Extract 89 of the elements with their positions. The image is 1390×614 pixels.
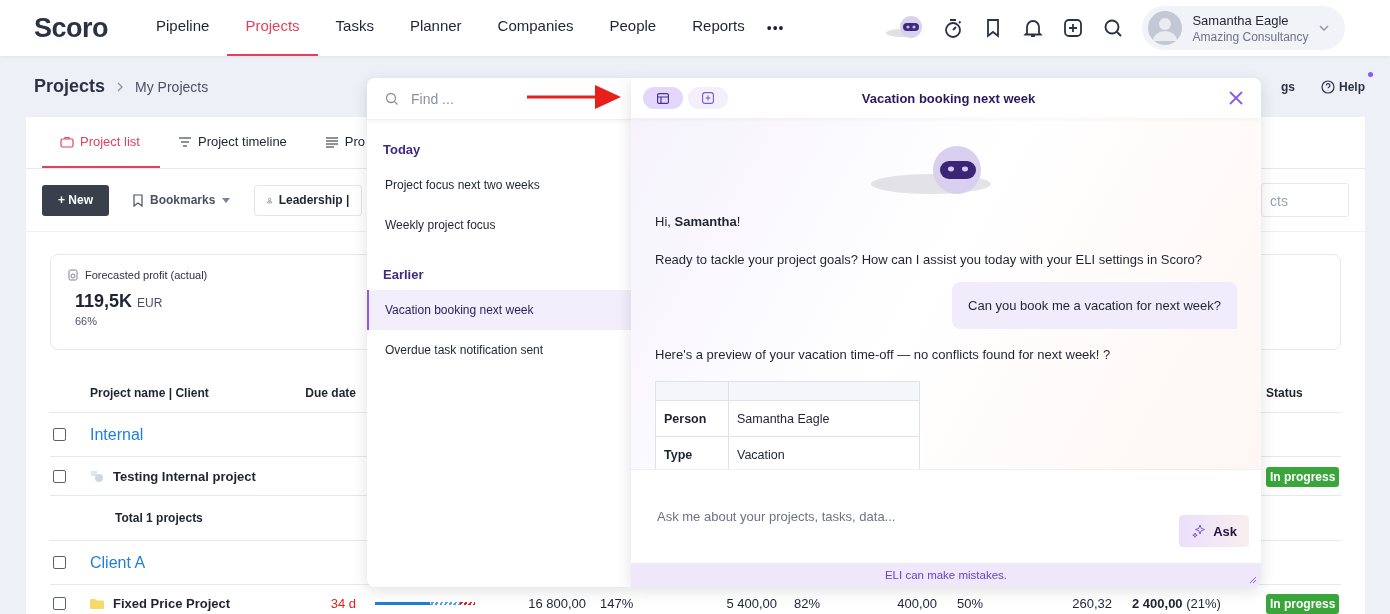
status-badge: In progress (1266, 593, 1340, 614)
table-cell: Type (655, 436, 729, 469)
logo[interactable]: Scoro (34, 12, 122, 44)
table-cell-text: 260,32 (1071, 595, 1113, 611)
view-tab[interactable]: Pro (306, 117, 366, 168)
search-icon (385, 91, 399, 106)
group-name[interactable]: Client A (90, 553, 146, 572)
timeline-icon (177, 135, 192, 148)
kpi-percent: 66% (74, 315, 99, 327)
column-header[interactable]: Project name | Client (90, 386, 285, 400)
due-date-cell-text: 34 d (329, 595, 356, 611)
row-checkbox[interactable] (53, 428, 66, 441)
history-item[interactable]: Project focus next two weeks (367, 165, 631, 205)
user-message: Can you book me a vacation for next week? (952, 282, 1237, 329)
more-menu-button[interactable]: ••• (766, 20, 785, 36)
table-cell-text: 2 400,00 (21%) (1132, 595, 1222, 611)
project-name[interactable]: Testing Internal project (113, 468, 256, 484)
view-tab[interactable]: Project timeline (159, 117, 307, 168)
history-group-title: Earlier (382, 266, 425, 284)
company-name: Amazing Consultancy (1192, 29, 1309, 44)
history-item[interactable]: Vacation booking next week (367, 290, 631, 330)
view-tab[interactable]: Project list (42, 117, 160, 168)
table-cell-text: 16 800,00 (527, 595, 587, 611)
user-name: Samantha Eagle (1192, 12, 1290, 28)
table-cell-text: 82% (794, 595, 822, 611)
status-badge: In progress (1266, 466, 1340, 487)
help-link[interactable]: Help (1321, 79, 1365, 94)
new-button[interactable]: + New (42, 184, 109, 216)
avatar-icon (1148, 11, 1183, 45)
greeting-text: Hi, Samantha! (655, 213, 742, 231)
chat-input-field[interactable]: Ask me about your projects, tasks, data... (655, 508, 1079, 525)
row-checkbox[interactable] (53, 469, 66, 483)
table-cell-text: 400,00 (896, 595, 938, 611)
user-menu[interactable]: Samantha Eagle Amazing Consultancy (1142, 6, 1345, 50)
kpi-label: Forecasted profit (actual) (85, 269, 208, 281)
bookmarks-dropdown[interactable]: Bookmarks (123, 193, 241, 207)
history-item[interactable]: Overdue task notification sent (367, 330, 631, 370)
total-label: Total 1 projects (114, 511, 203, 525)
caret-icon (222, 197, 231, 203)
kpi-value: 119,5K (75, 291, 133, 312)
table-cell-text: 5 400,00 (725, 595, 778, 611)
table-cell: Samantha Eagle (728, 400, 920, 437)
notification-bell-icon[interactable] (1022, 17, 1045, 39)
folder-icon (90, 597, 104, 609)
table-cell: Person (655, 400, 729, 437)
settings-link[interactable]: gs (1280, 79, 1295, 94)
assistant-message: Here's a preview of your vacation time-off — no conflicts found for next week! ? (655, 346, 1112, 364)
help-icon (1321, 79, 1335, 94)
layout-button[interactable] (643, 87, 683, 109)
nav-tab[interactable]: Tasks (317, 0, 392, 56)
table-cell-text: 50% (957, 595, 985, 611)
bookmark-icon (133, 193, 143, 207)
table-cell-text: 147% (600, 595, 635, 611)
project-name[interactable]: Fixed Price Project (113, 595, 231, 611)
history-group-title: Today (382, 141, 422, 159)
list-icon (324, 135, 339, 148)
nav-tab[interactable]: Reports (674, 0, 763, 56)
breadcrumb-link[interactable]: My Projects (135, 78, 209, 95)
assistant-message: Ready to tackle your project goals? How can I assist you today with your ELI settings in Scoro? (655, 251, 1203, 269)
layout-icon (657, 92, 669, 104)
document-icon (67, 269, 79, 281)
group-name[interactable]: Internal (90, 425, 144, 444)
sparkle-icon (1191, 523, 1208, 539)
add-icon (702, 92, 714, 104)
add-icon[interactable] (1062, 17, 1085, 39)
close-icon[interactable] (1229, 91, 1243, 105)
disclaimer-text: ELI can make mistakes. (884, 569, 1008, 581)
filter-dropdown[interactable]: Leadership | (254, 184, 363, 216)
ask-button[interactable]: Ask (1179, 515, 1249, 547)
currency-label: EUR (137, 296, 163, 310)
nav-tab[interactable]: Projects (227, 0, 318, 56)
shapes-icon (90, 470, 104, 482)
chevron-right-icon (117, 81, 124, 92)
page-title: Projects (34, 76, 106, 97)
row-checkbox[interactable] (53, 556, 66, 569)
history-item[interactable]: Weekly project focus (367, 205, 631, 245)
nav-tab[interactable]: Planner (391, 0, 480, 56)
nav-tab[interactable]: People (591, 0, 675, 56)
table-cell: Vacation (728, 436, 920, 469)
nav-tab[interactable]: Pipeline (138, 0, 228, 56)
briefcase-icon (60, 135, 74, 148)
column-header[interactable]: Due date (285, 386, 356, 400)
chevron-down-icon (1318, 25, 1329, 31)
row-checkbox[interactable] (53, 596, 66, 610)
resize-grip-icon[interactable] (1249, 576, 1257, 584)
chat-title: Vacation booking next week (860, 90, 1037, 106)
column-header[interactable]: Status (1266, 386, 1341, 400)
new-chat-button[interactable] (688, 87, 728, 109)
nav-tab[interactable]: Companies (479, 0, 592, 56)
